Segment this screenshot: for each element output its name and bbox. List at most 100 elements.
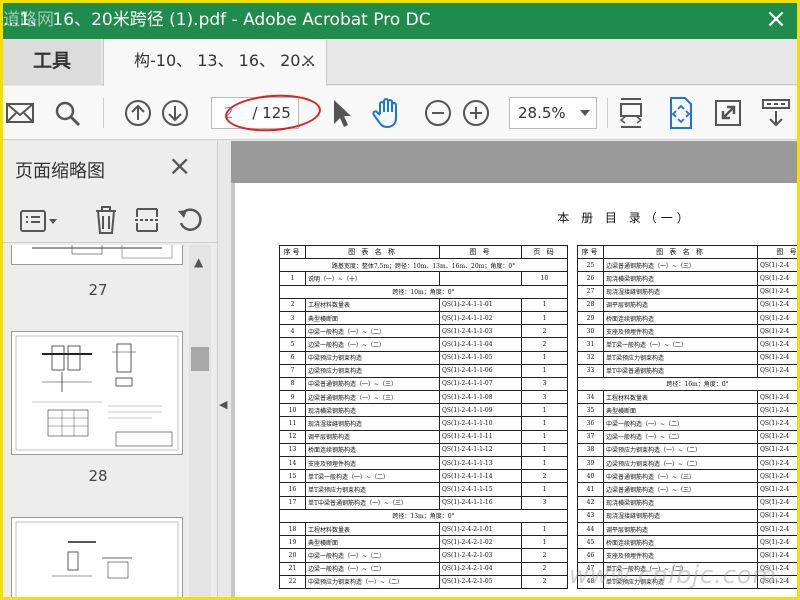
cell-name: 中梁预应力钢束构造（一）~（二） xyxy=(603,442,758,458)
zoom-in-icon[interactable] xyxy=(461,96,491,130)
tab-bar: 工具 构-10、 13、 16、 20... × xyxy=(3,39,797,86)
cell-page: 2 xyxy=(521,548,568,563)
watermark: www.cnlbjc.com xyxy=(568,561,777,589)
mail-icon[interactable] xyxy=(5,96,35,130)
zoom-out-icon[interactable] xyxy=(423,96,453,130)
tab-tools[interactable]: 工具 xyxy=(3,39,101,85)
zoom-select[interactable]: 28.5% xyxy=(509,97,597,129)
cell-name: 工程材料数量表 xyxy=(305,521,440,537)
cell-no: 12 xyxy=(279,429,306,444)
cell-code: QS(1)-2-4 xyxy=(757,350,797,365)
fit-height-icon[interactable] xyxy=(617,96,645,130)
cell-no: 2 xyxy=(279,297,306,312)
cell-no: 38 xyxy=(577,442,604,458)
scroll-up-icon[interactable]: ▲ xyxy=(194,255,203,269)
cell-no: 30 xyxy=(577,324,604,339)
zoom-value: 28.5% xyxy=(518,104,566,122)
cell-page: 1 xyxy=(521,535,568,550)
table-row: 43 现浇湿接缝钢筋构造 QS(1)-2-4 xyxy=(577,508,797,523)
scrollbar-thumb[interactable] xyxy=(191,347,209,371)
window-close-button[interactable]: × xyxy=(763,6,789,33)
thumbnail-page-29[interactable] xyxy=(11,517,183,597)
cell-no: 7 xyxy=(279,363,306,378)
thumbnail-page-27[interactable] xyxy=(11,245,183,265)
table-row: 14 支座及预埋件构造 QS(1)-2-4-1-1-13 1 xyxy=(279,455,568,471)
cell-name: 中梁普通钢筋构造（一）~（三） xyxy=(305,376,440,392)
table-row: 41 边梁普通钢筋构造（一）~（三） QS(1)-2-4 xyxy=(577,482,797,497)
thumbnail-options-icon[interactable] xyxy=(19,207,59,239)
page-down-icon[interactable] xyxy=(160,96,190,130)
watermark-top: 道路网 xyxy=(3,10,54,30)
table-row: 9 边梁普通钢筋构造（一）~（三） QS(1)-2-4-1-1-08 3 xyxy=(279,390,568,405)
table-row: 12 调平层钢筋构造 QS(1)-2-4-1-1-11 1 xyxy=(279,429,568,444)
cell-no: 41 xyxy=(577,482,604,497)
table-row: 25 边梁普通钢筋构造（一）~（三） QS(1)-2-4 xyxy=(577,258,797,273)
cell-page: 2 xyxy=(521,469,568,484)
cell-no: 34 xyxy=(577,390,604,405)
cell-page: 1 xyxy=(521,363,568,378)
hand-tool-icon[interactable] xyxy=(371,96,405,130)
cell-name: 边梁普通钢筋构造（一）~（三） xyxy=(603,482,758,497)
section-row: 路基宽度：整体7.5m；跨径：10m、13m、16m、20m；角度：0° xyxy=(279,258,568,273)
col-header: 序号 xyxy=(577,244,604,260)
title-bar: ...1、 16、20米跨径 (1).pdf - Adobe Acrobat P… xyxy=(3,3,797,39)
cell-code: QS(1)-2-4-1-1-03 xyxy=(439,324,522,339)
table-row: 35 典型横断面 QS(1)-2-4 xyxy=(577,403,797,418)
cell-code: QS(1)-2-4-1-1-15 xyxy=(439,482,522,497)
tab-document[interactable]: 构-10、 13、 16、 20... × xyxy=(103,39,327,86)
extract-pages-icon[interactable] xyxy=(133,205,161,239)
cell-code: QS(1)-2-4 xyxy=(757,469,797,484)
cell-no: 15 xyxy=(279,469,306,484)
table-row: 26 现浇横梁钢筋构造 QS(1)-2-4 xyxy=(577,271,797,286)
cell-no: 5 xyxy=(279,337,306,352)
pdf-page: 本 册 目 录（一） 序号 图 表 名 称 图 号 页 码 路基宽度：整体7.5… xyxy=(235,183,797,597)
cell-page: 2 xyxy=(521,324,568,339)
table-row: 3 典型横断面 QS(1)-2-4-1-1-02 1 xyxy=(279,310,568,326)
page-up-icon[interactable] xyxy=(123,96,153,130)
thumbnail-page-28[interactable] xyxy=(11,331,183,455)
search-icon[interactable] xyxy=(53,96,83,130)
cell-no: 43 xyxy=(577,508,604,523)
table-row: 32 单T梁预应力钢束构造 QS(1)-2-4 xyxy=(577,350,797,365)
cell-name: 中梁预应力钢束构造（一）~（二） xyxy=(305,574,440,589)
cell-code: QS(1)-2-4-1-1-10 xyxy=(439,416,522,431)
cell-no: 40 xyxy=(577,469,604,484)
cell-code: QS(1)-2-4 xyxy=(757,442,797,458)
cell-no: 3 xyxy=(279,310,306,326)
cell-name: 边梁普通钢筋构造（一）~（三） xyxy=(305,390,440,405)
cell-code: QS(1)-2-4-1-1-06 xyxy=(439,363,522,378)
cell-page: 10 xyxy=(521,271,568,286)
fit-page-icon[interactable] xyxy=(667,96,695,130)
section-heading: 跨径：10m；角度：0° xyxy=(279,284,568,299)
table-row: 4 中梁一般构造（一）~（二） QS(1)-2-4-1-1-03 2 xyxy=(279,324,568,339)
table-row: 36 中梁一般构造（一）~（二） QS(1)-2-4 xyxy=(577,416,797,431)
cell-code: QS(1)-2-4 xyxy=(757,521,797,537)
rotate-icon[interactable] xyxy=(175,205,205,239)
panel-close-icon[interactable]: × xyxy=(168,151,191,181)
toolbar: 2 / 125 28.5% xyxy=(3,86,797,140)
cell-code: QS(1)-2-4 xyxy=(757,297,797,312)
cell-page: 3 xyxy=(521,495,568,510)
cell-name: 边梁预应力钢束构造（一）~（二） xyxy=(603,455,758,471)
thumbnail-scrollbar[interactable]: ▲ xyxy=(189,245,211,597)
collapse-panel-icon[interactable]: ◀ xyxy=(219,398,229,412)
table-row: 38 中梁预应力钢束构造（一）~（二） QS(1)-2-4 xyxy=(577,442,797,458)
table-row: 37 边梁一般构造（一）~（二） QS(1)-2-4 xyxy=(577,429,797,444)
delete-icon[interactable] xyxy=(93,205,119,239)
cell-name: 边梁预应力钢束构造 xyxy=(305,363,440,378)
cell-no: 4 xyxy=(279,324,306,339)
chevron-down-icon xyxy=(580,110,590,116)
cell-no: 21 xyxy=(279,561,306,576)
tab-close-icon[interactable]: × xyxy=(301,39,316,83)
cell-name: 中梁一般构造（一）~（二） xyxy=(603,416,758,431)
cell-no: 9 xyxy=(279,390,306,405)
window-title: ...1、 16、20米跨径 (1).pdf - Adobe Acrobat P… xyxy=(3,10,431,30)
select-cursor-icon[interactable] xyxy=(329,96,353,130)
cell-code: QS(1)-2-4 xyxy=(757,284,797,299)
cell-code: QS(1)-2-4 xyxy=(757,482,797,497)
fullscreen-icon[interactable] xyxy=(713,96,743,130)
cell-code: QS(1)-2-4-2-1-01 xyxy=(439,521,522,537)
scroll-mode-icon[interactable] xyxy=(761,96,791,130)
cell-no: 20 xyxy=(279,548,306,563)
cell-name: 中梁普通钢筋构造（一）~（三） xyxy=(603,469,758,484)
